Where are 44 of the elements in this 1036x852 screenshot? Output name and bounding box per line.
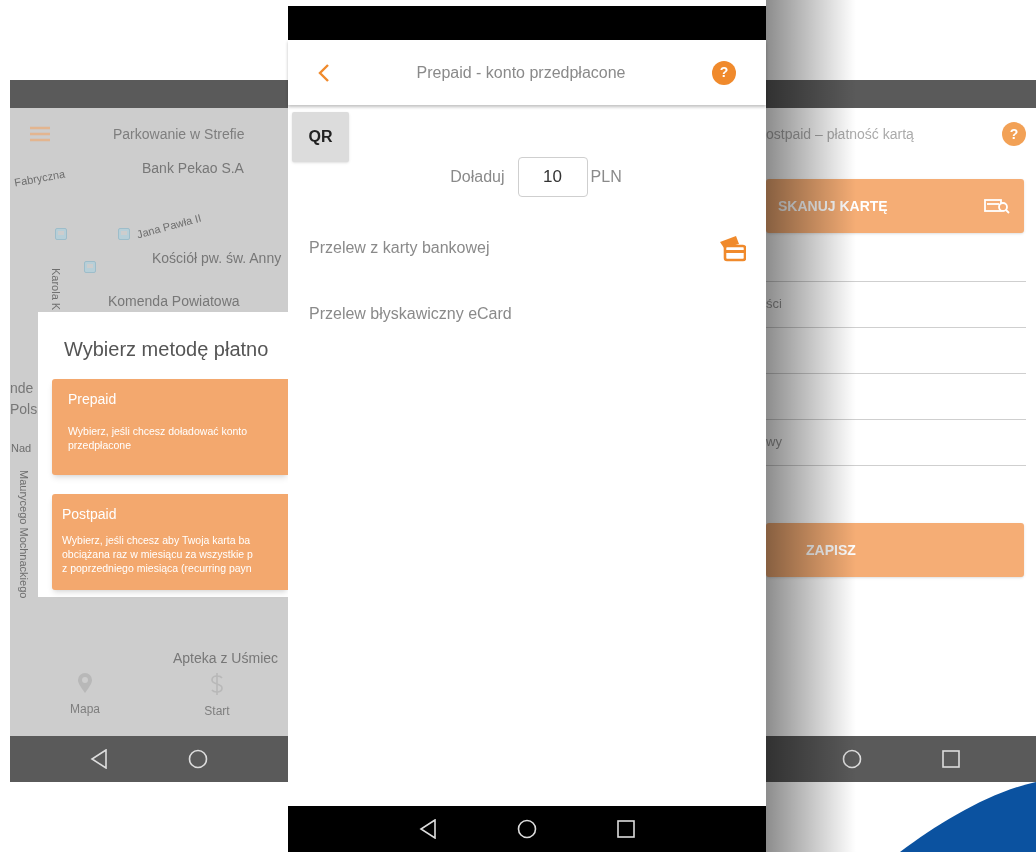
option-description: obciążana raz w miesiącu za wszystkie p <box>62 547 254 561</box>
map-place-label: Apteka z Uśmiec <box>173 649 279 668</box>
payment-method-item[interactable]: Przelew błyskawiczny eCard <box>309 301 746 327</box>
bottom-nav-item[interactable]: Mapa <box>55 660 115 736</box>
map-street-label: Maurycego Mochnackiego <box>17 470 31 599</box>
dialog-title: Wybierz metodę płatno <box>63 337 270 362</box>
map-place-label: nde <box>10 379 34 398</box>
card-search-icon <box>984 198 1010 214</box>
map-street-label: Karola K <box>49 268 63 311</box>
map-street-label: Jana Pawła II <box>135 210 204 243</box>
credit-card-icon <box>718 234 746 262</box>
scan-card-button[interactable]: SKANUJ KARTĘ <box>766 179 1024 233</box>
bus-stop-icon <box>84 261 96 273</box>
help-button[interactable]: ? <box>1002 122 1026 146</box>
save-button[interactable]: ZAPISZ <box>766 523 1024 577</box>
bus-stop-icon <box>55 228 67 240</box>
bus-stop-icon <box>118 228 130 240</box>
home-circle-icon[interactable] <box>517 819 537 839</box>
square-icon[interactable] <box>617 820 635 838</box>
map-place-label: Bank Pekao S.A <box>142 159 244 178</box>
amount-field[interactable]: 10 <box>517 157 588 197</box>
currency-label: PLN <box>590 167 622 187</box>
option-title: Prepaid <box>68 390 118 409</box>
screen-title: Prepaid - konto przedpłacone <box>415 62 627 83</box>
field-label: wy <box>766 432 782 451</box>
option-description: przedpłacone <box>68 438 133 452</box>
map-place-label: Komenda Powiatowa <box>108 292 240 311</box>
option-description: Wybierz, jeśli chcesz doładować konto <box>68 424 249 438</box>
back-triangle-icon[interactable] <box>419 819 437 839</box>
map-place-label: Pols <box>10 400 38 419</box>
qr-button[interactable]: QR <box>292 112 349 162</box>
screen-title: Parkowanie w Strefie <box>113 124 245 144</box>
map-street-label: Fabryczna <box>12 166 67 191</box>
map-place-label: Kościół pw. św. Anny <box>152 249 282 268</box>
map-street-label: Nad <box>11 441 32 456</box>
field-label: ści <box>766 294 782 313</box>
help-button[interactable]: ? <box>712 60 736 85</box>
payment-option-card[interactable]: Prepaid Wybierz, jeśli chcesz doładować konto przedpłacone <box>52 379 288 475</box>
payment-option-card[interactable]: Postpaid Wybierz, jeśli chcesz aby Twoja karta ba obciążana raz w miesiącu za wszystkie p z poprzedniego miesiąca (recurring payn <box>52 494 288 590</box>
top-up-label: Doładuj <box>450 167 505 187</box>
option-title: Postpaid <box>62 505 118 524</box>
option-description: z poprzedniego miesiąca (recurring payn <box>62 561 253 575</box>
payment-method-item[interactable]: Przelew z karty bankowej <box>309 235 746 261</box>
option-description: Wybierz, jeśli chcesz aby Twoja karta ba <box>62 533 252 547</box>
